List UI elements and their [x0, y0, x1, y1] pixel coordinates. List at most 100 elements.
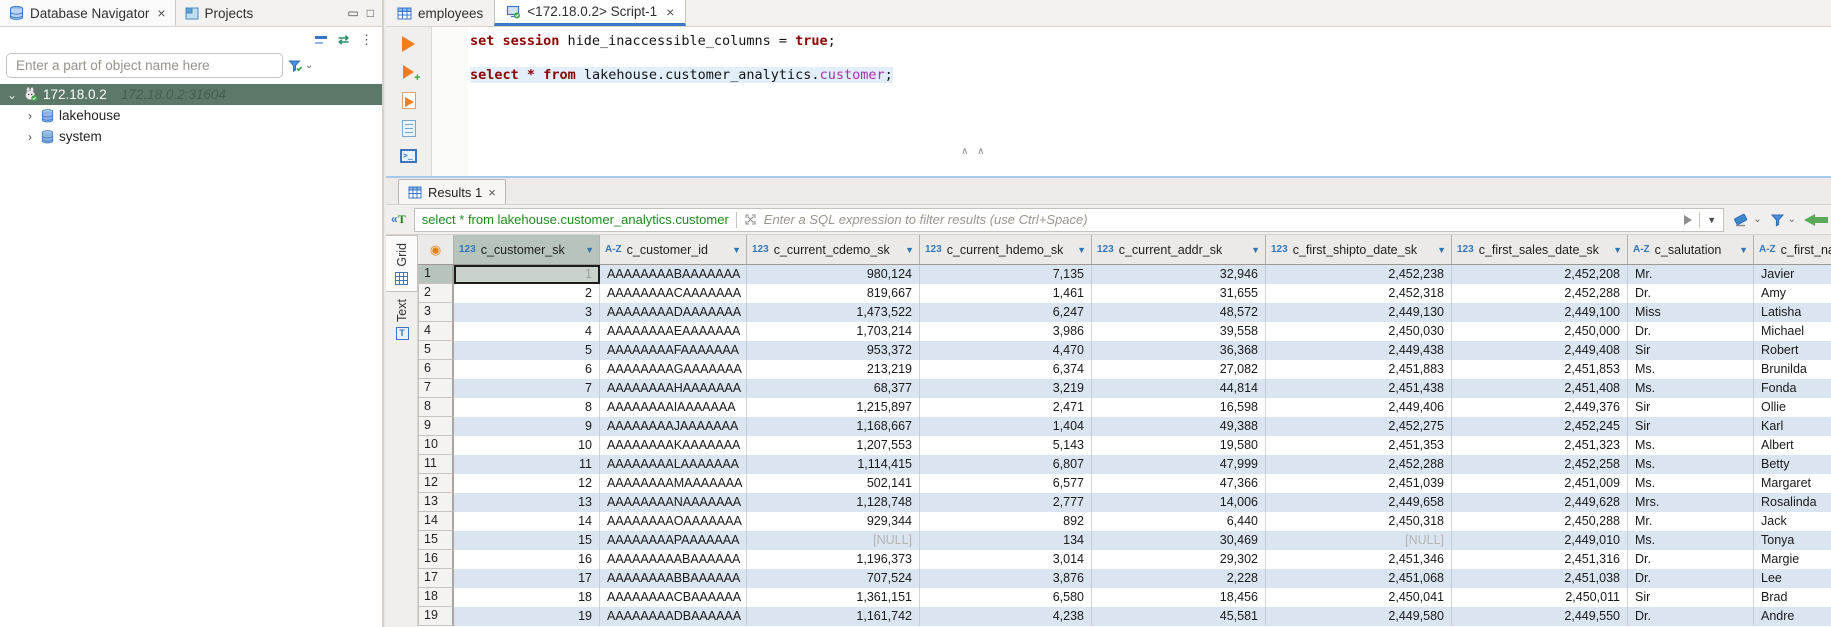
grid-cell[interactable]: Andre: [1754, 607, 1831, 626]
presentation-tab-text[interactable]: Text T: [386, 292, 418, 346]
grid-cell[interactable]: AAAAAAAADAAAAAAA: [600, 303, 747, 322]
grid-cell[interactable]: 2,449,408: [1452, 341, 1628, 360]
grid-cell[interactable]: Miss: [1628, 303, 1754, 322]
caret-collapsed-icon[interactable]: ›: [24, 130, 36, 144]
grid-cell[interactable]: Margie: [1754, 550, 1831, 569]
grid-cell[interactable]: 49,388: [1092, 417, 1266, 436]
row-number-cell[interactable]: 1: [418, 265, 454, 284]
tab-employees[interactable]: employees: [386, 0, 494, 26]
custom-filter-icon[interactable]: «T: [391, 212, 406, 227]
grid-cell[interactable]: Fonda: [1754, 379, 1831, 398]
grid-cell[interactable]: 4,238: [920, 607, 1092, 626]
grid-cell[interactable]: 1,404: [920, 417, 1092, 436]
grid-cell[interactable]: AAAAAAAABBAAAAAA: [600, 569, 747, 588]
grid-cell[interactable]: 2,449,658: [1266, 493, 1452, 512]
fetch-previous-icon[interactable]: [1804, 214, 1826, 226]
column-header-c_salutation[interactable]: A-Zc_salutation▼: [1628, 235, 1754, 264]
grid-cell[interactable]: 2,451,353: [1266, 436, 1452, 455]
sort-dropdown-icon[interactable]: ▼: [1437, 245, 1446, 255]
sort-dropdown-icon[interactable]: ▼: [1251, 245, 1260, 255]
grid-cell[interactable]: 68,377: [747, 379, 920, 398]
grid-cell[interactable]: 502,141: [747, 474, 920, 493]
grid-cell[interactable]: 5: [454, 341, 600, 360]
grid-cell[interactable]: 13: [454, 493, 600, 512]
grid-cell[interactable]: 1,361,151: [747, 588, 920, 607]
grid-cell[interactable]: Rosalinda: [1754, 493, 1831, 512]
grid-cell[interactable]: Dr.: [1628, 284, 1754, 303]
row-number-cell[interactable]: 18: [418, 588, 454, 607]
grid-cell[interactable]: Sir: [1628, 341, 1754, 360]
grid-cell[interactable]: 1,461: [920, 284, 1092, 303]
tree-item-lakehouse[interactable]: › lakehouse: [0, 105, 382, 126]
caret-expanded-icon[interactable]: ⌄: [6, 88, 18, 102]
grid-cell[interactable]: 2,452,208: [1452, 265, 1628, 284]
grid-cell[interactable]: 11: [454, 455, 600, 474]
grid-cell[interactable]: Ms.: [1628, 360, 1754, 379]
grid-cell[interactable]: 819,667: [747, 284, 920, 303]
execute-statement-button[interactable]: [399, 35, 419, 53]
grid-cell[interactable]: 6,247: [920, 303, 1092, 322]
grid-cell[interactable]: Michael: [1754, 322, 1831, 341]
grid-cell[interactable]: AAAAAAAAHAAAAAAA: [600, 379, 747, 398]
tab-projects[interactable]: Projects: [176, 0, 263, 26]
grid-cell[interactable]: 9: [454, 417, 600, 436]
row-number-cell[interactable]: 14: [418, 512, 454, 531]
clear-filter-button[interactable]: ⌄: [1732, 212, 1761, 227]
grid-cell[interactable]: Sir: [1628, 588, 1754, 607]
grid-cell[interactable]: 4,470: [920, 341, 1092, 360]
grid-cell[interactable]: 2,452,258: [1452, 455, 1628, 474]
row-number-cell[interactable]: 16: [418, 550, 454, 569]
grid-cell[interactable]: 6,374: [920, 360, 1092, 379]
grid-cell[interactable]: 4: [454, 322, 600, 341]
grid-cell[interactable]: 2,451,038: [1452, 569, 1628, 588]
grid-cell[interactable]: 15: [454, 531, 600, 550]
grid-cell[interactable]: 1,196,373: [747, 550, 920, 569]
grid-cell[interactable]: Albert: [1754, 436, 1831, 455]
grid-cell[interactable]: 1,128,748: [747, 493, 920, 512]
grid-cell[interactable]: 44,814: [1092, 379, 1266, 398]
grid-cell[interactable]: 3: [454, 303, 600, 322]
grid-cell[interactable]: 2,449,100: [1452, 303, 1628, 322]
grid-cell[interactable]: 6,440: [1092, 512, 1266, 531]
close-icon[interactable]: ×: [666, 4, 674, 20]
grid-cell[interactable]: AAAAAAAAEAAAAAAA: [600, 322, 747, 341]
sort-dropdown-icon[interactable]: ▼: [1613, 245, 1622, 255]
grid-cell[interactable]: 2,449,130: [1266, 303, 1452, 322]
grid-cell[interactable]: 2,450,041: [1266, 588, 1452, 607]
grid-cell[interactable]: 31,655: [1092, 284, 1266, 303]
grid-cell[interactable]: 27,082: [1092, 360, 1266, 379]
sort-dropdown-icon[interactable]: ▼: [732, 245, 741, 255]
grid-cell[interactable]: 2,452,288: [1266, 455, 1452, 474]
grid-cell[interactable]: 6,580: [920, 588, 1092, 607]
grid-cell[interactable]: 892: [920, 512, 1092, 531]
grid-cell[interactable]: 2,450,030: [1266, 322, 1452, 341]
grid-cell[interactable]: 2,451,316: [1452, 550, 1628, 569]
grid-cell[interactable]: Amy: [1754, 284, 1831, 303]
grid-cell[interactable]: 7: [454, 379, 600, 398]
row-number-cell[interactable]: 11: [418, 455, 454, 474]
grid-cell[interactable]: [NULL]: [1266, 531, 1452, 550]
sort-dropdown-icon[interactable]: ▼: [585, 245, 594, 255]
navigator-filter-button[interactable]: ⌄: [288, 59, 313, 73]
grid-cell[interactable]: 2,451,408: [1452, 379, 1628, 398]
grid-cell[interactable]: 3,876: [920, 569, 1092, 588]
grid-cell[interactable]: Jack: [1754, 512, 1831, 531]
grid-cell[interactable]: 2,449,628: [1452, 493, 1628, 512]
object-search-input[interactable]: Enter a part of object name here: [6, 53, 283, 78]
grid-cell[interactable]: 14,006: [1092, 493, 1266, 512]
splitter-handle[interactable]: ∧ ∧: [961, 146, 987, 157]
grid-cell[interactable]: AAAAAAAABAAAAAAA: [600, 265, 747, 284]
grid-cell[interactable]: Dr.: [1628, 569, 1754, 588]
view-menu-icon[interactable]: ⋮: [360, 32, 374, 48]
grid-cell[interactable]: 18: [454, 588, 600, 607]
grid-cell[interactable]: AAAAAAAAFAAAAAAA: [600, 341, 747, 360]
column-header-c_current_addr_sk[interactable]: 123c_current_addr_sk▼: [1092, 235, 1266, 264]
grid-cell[interactable]: 2,452,275: [1266, 417, 1452, 436]
caret-collapsed-icon[interactable]: ›: [24, 109, 36, 123]
expand-icon[interactable]: [744, 213, 757, 226]
tab-script-1[interactable]: <172.18.0.2> Script-1 ×: [494, 0, 686, 26]
row-number-cell[interactable]: 10: [418, 436, 454, 455]
execute-new-tab-button[interactable]: +: [399, 63, 419, 81]
grid-cell[interactable]: 2: [454, 284, 600, 303]
column-header-c_customer_id[interactable]: A-Zc_customer_id▼: [600, 235, 747, 264]
